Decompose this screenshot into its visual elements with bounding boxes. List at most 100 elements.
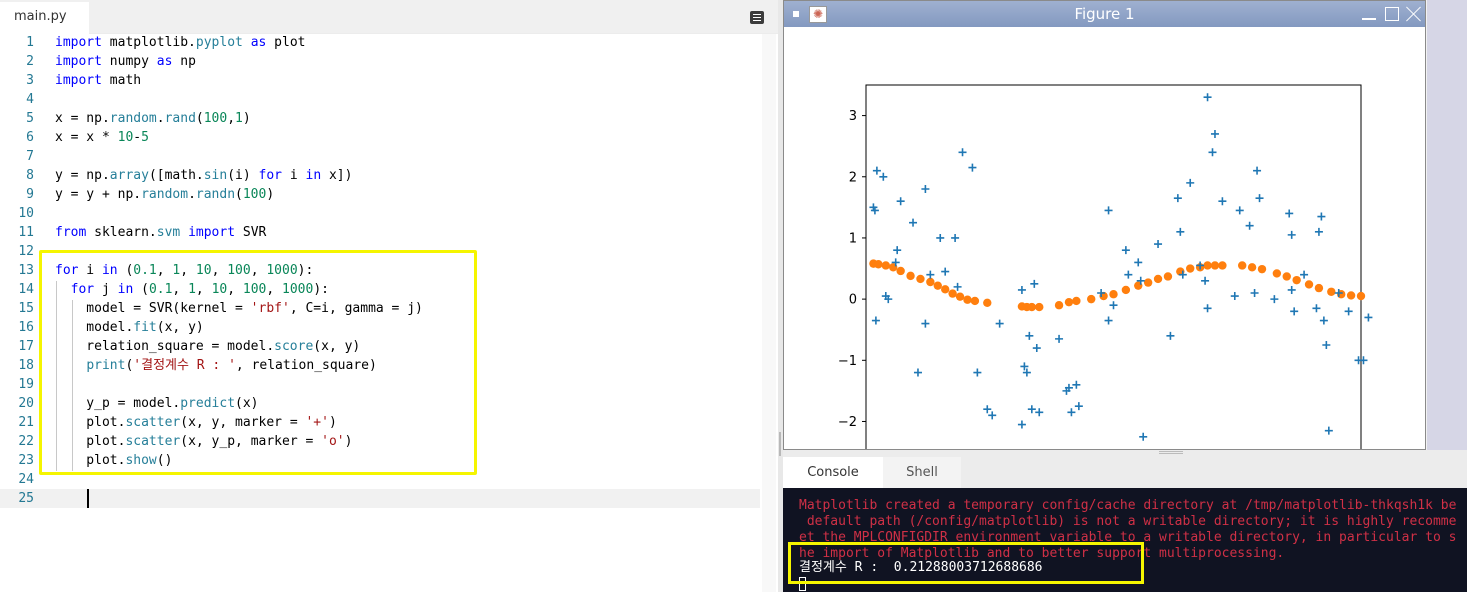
code-line[interactable]: 8 y = np.array([math.sin(i) for i in x]) [0, 166, 760, 185]
y-tick-label: 1 [849, 231, 857, 246]
code-line[interactable]: 1 import matplotlib.pyplot as plot [0, 33, 760, 52]
y-tick-label: 0 [849, 293, 857, 308]
line-number: 21 [18, 415, 34, 430]
tab-console[interactable]: Console [783, 457, 883, 488]
code-line[interactable]: 4 [0, 90, 760, 109]
line-number: 15 [18, 301, 34, 316]
close-icon[interactable] [1405, 5, 1423, 23]
code-text: import numpy as np [55, 54, 196, 69]
line-number: 11 [18, 225, 34, 240]
highlight-box-code [39, 250, 477, 475]
code-line[interactable]: 11 from sklearn.svm import SVR [0, 223, 760, 242]
data-point-circle [970, 296, 980, 306]
maximize-icon[interactable] [1383, 5, 1401, 23]
code-line[interactable]: 2 import numpy as np [0, 52, 760, 71]
line-number: 14 [18, 282, 34, 297]
line-number: 18 [18, 358, 34, 373]
data-point-circle [1346, 291, 1356, 300]
y-tick-label: −2 [838, 415, 857, 430]
menu-icon[interactable] [750, 11, 764, 24]
tab-shell[interactable]: Shell [883, 457, 961, 488]
line-number: 17 [18, 339, 34, 354]
line-number: 6 [26, 130, 34, 145]
code-line[interactable]: 9 y = y + np.random.randn(100) [0, 185, 760, 204]
data-point-circle [1282, 272, 1291, 281]
code-text: y = y + np.random.randn(100) [55, 187, 275, 202]
code-line[interactable]: 5 x = np.random.rand(100,1) [0, 109, 760, 128]
data-point-circle [916, 274, 925, 284]
data-point-circle [1087, 294, 1096, 304]
data-point-circle [1356, 291, 1366, 301]
resize-grip[interactable] [1159, 451, 1183, 454]
data-point-circle [1314, 283, 1324, 293]
code-text: x = x * 10-5 [55, 130, 149, 145]
data-point-circle [948, 289, 957, 298]
data-point-circle [1210, 261, 1220, 270]
data-point-circle [926, 277, 935, 287]
plot-axes-frame [865, 84, 1362, 449]
data-point-circle [1035, 302, 1044, 312]
highlight-box-console [788, 542, 1144, 584]
line-number: 19 [18, 377, 34, 392]
data-point-circle [941, 285, 950, 294]
splitter-grip[interactable] [779, 432, 781, 456]
y-tick-label: −1 [838, 354, 857, 369]
line-number: 12 [18, 244, 34, 259]
data-point-circle [1186, 264, 1195, 273]
line-number: 4 [26, 92, 34, 107]
line-number: 3 [26, 73, 34, 88]
code-text: from sklearn.svm import SVR [55, 225, 267, 240]
desktop-background [1427, 0, 1467, 450]
data-point-circle [963, 295, 972, 304]
figure-window: ✺ Figure 1 3 2 1 0 −1 −2 [783, 0, 1426, 450]
data-point-circle [1121, 285, 1131, 295]
code-text: import matplotlib.pyplot as plot [55, 35, 306, 50]
minimize-icon[interactable] [1360, 5, 1378, 23]
code-line[interactable]: 6 x = x * 10-5 [0, 128, 760, 147]
scatter-plot: 3 2 1 0 −1 −2 [838, 84, 1373, 449]
data-point-circle [1218, 261, 1227, 270]
data-point-circle [881, 261, 890, 270]
editor-scrollbar[interactable] [762, 34, 776, 592]
code-editor: main.py 1 import matplotlib.pyplot as plo… [0, 0, 778, 592]
line-number: 2 [26, 54, 34, 69]
text-cursor [87, 489, 89, 508]
line-number: 7 [26, 149, 34, 164]
data-point-circle [983, 298, 992, 307]
data-point-circle [1327, 287, 1336, 296]
code-text: y = np.array([math.sin(i) for i in x]) [55, 168, 353, 183]
code-line[interactable]: 7 [0, 147, 760, 166]
data-point-circle [1109, 290, 1118, 299]
line-number: 13 [18, 263, 34, 278]
data-point-circle [1238, 261, 1247, 270]
data-point-circle [1153, 274, 1163, 284]
code-line[interactable]: 10 [0, 204, 760, 223]
data-point-circle [906, 271, 915, 281]
data-point-circle [1304, 280, 1314, 289]
editor-tab-bar: main.py [0, 0, 778, 34]
data-point-circle [933, 281, 942, 290]
figure-title-bar[interactable]: ✺ Figure 1 [784, 1, 1425, 27]
line-number: 9 [26, 187, 34, 202]
console-warning-line: Matplotlib created a temporary config/ca… [799, 498, 1457, 513]
line-number: 25 [18, 491, 34, 506]
line-number: 5 [26, 111, 34, 126]
line-number: 8 [26, 168, 34, 183]
y-tick-label: 2 [849, 170, 857, 185]
line-number: 16 [18, 320, 34, 335]
code-line[interactable]: 25 [0, 489, 760, 508]
console-warning-line: default path (/config/matplotlib) is not… [799, 514, 1457, 529]
code-line[interactable]: 3 import math [0, 71, 760, 90]
y-tick-label: 3 [849, 109, 857, 124]
data-point-circle [874, 260, 883, 269]
data-point-circle [896, 266, 905, 276]
line-number: 1 [26, 35, 34, 50]
console-tab-bar: Console Shell [783, 450, 1467, 488]
line-number: 20 [18, 396, 34, 411]
data-point-plus [1364, 313, 1373, 322]
data-point-circle [1203, 261, 1212, 270]
tab-main-py[interactable]: main.py [0, 2, 89, 34]
data-point-circle [955, 292, 965, 301]
data-point-circle [1143, 278, 1153, 287]
data-point-circle [1072, 296, 1081, 306]
